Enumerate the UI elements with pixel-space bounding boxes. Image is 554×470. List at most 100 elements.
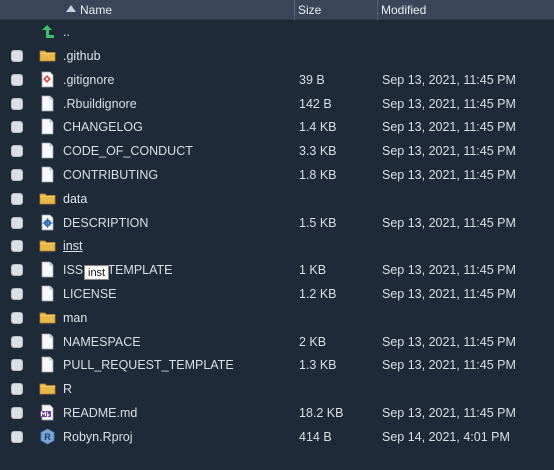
select-checkbox[interactable] — [11, 73, 23, 86]
file-name-link[interactable]: inst — [63, 234, 82, 258]
name-column-header[interactable]: Name — [80, 0, 112, 20]
folder-icon — [39, 380, 56, 397]
file-size: 39 B — [299, 72, 325, 87]
parent-directory-link[interactable]: .. — [63, 20, 70, 44]
select-checkbox[interactable] — [11, 335, 23, 348]
folder-row[interactable]: man — [0, 306, 554, 330]
file-icon — [39, 118, 56, 135]
file-row[interactable]: DESCRIPTION 1.5 KB Sep 13, 2021, 11:45 PM — [0, 211, 554, 235]
file-row[interactable]: CHANGELOG 1.4 KB Sep 13, 2021, 11:45 PM — [0, 115, 554, 139]
file-size: 1.5 KB — [299, 215, 337, 230]
file-row[interactable]: PULL_REQUEST_TEMPLATE 1.3 KB Sep 13, 2021,… — [0, 353, 554, 377]
folder-icon — [39, 47, 56, 64]
file-row[interactable]: CONTRIBUTING 1.8 KB Sep 13, 2021, 11:45 PM — [0, 163, 554, 187]
file-modified: Sep 13, 2021, 11:45 PM — [382, 358, 516, 373]
file-modified: Sep 13, 2021, 11:45 PM — [382, 120, 516, 135]
column-divider[interactable] — [294, 0, 295, 20]
select-checkbox[interactable] — [11, 216, 23, 229]
select-checkbox[interactable] — [11, 430, 23, 443]
file-name-link[interactable]: ISSUE_TEMPLATE — [63, 258, 173, 282]
file-icon — [39, 333, 56, 350]
sort-ascending-icon[interactable] — [66, 5, 76, 12]
file-row[interactable]: .gitignore 39 B Sep 13, 2021, 11:45 PM — [0, 68, 554, 92]
file-size: 142 B — [299, 96, 332, 111]
file-name-link[interactable]: .github — [63, 44, 101, 68]
file-modified: Sep 13, 2021, 11:45 PM — [382, 287, 516, 301]
select-checkbox[interactable] — [11, 145, 23, 158]
file-icon — [39, 95, 56, 112]
svg-text:R: R — [44, 432, 51, 442]
file-icon — [39, 166, 56, 183]
folder-row[interactable]: inst — [0, 234, 554, 258]
size-column-header[interactable]: Size — [298, 0, 321, 20]
file-size: 2 KB — [299, 334, 327, 349]
file-row[interactable]: R Robyn.Rproj 414 B Sep 14, 2021, 4:01 PM — [0, 425, 554, 449]
file-row[interactable]: NAMESPACE 2 KB Sep 13, 2021, 11:45 PM — [0, 330, 554, 354]
file-size: 414 B — [299, 429, 332, 444]
select-checkbox[interactable] — [11, 50, 23, 62]
file-size: 1.3 KB — [299, 358, 337, 373]
select-checkbox[interactable] — [11, 407, 23, 419]
select-checkbox[interactable] — [11, 192, 23, 205]
select-checkbox[interactable] — [11, 359, 23, 372]
file-name-link[interactable]: man — [63, 306, 87, 330]
tooltip: inst — [84, 265, 110, 280]
select-checkbox[interactable] — [11, 264, 23, 277]
file-size: 3.3 KB — [299, 144, 337, 159]
file-modified: Sep 13, 2021, 11:45 PM — [382, 144, 516, 159]
select-checkbox[interactable] — [11, 169, 23, 181]
file-row[interactable]: README.md 18.2 KB Sep 13, 2021, 11:45 PM — [0, 401, 554, 425]
file-name-link[interactable]: data — [63, 187, 87, 211]
file-modified: Sep 13, 2021, 11:45 PM — [382, 334, 516, 349]
file-name-link[interactable]: CODE_OF_CONDUCT — [63, 139, 193, 163]
folder-icon — [39, 190, 56, 207]
file-name-link[interactable]: Robyn.Rproj — [63, 425, 132, 449]
files-pane: Name Size Modified .. .github .gitignore 3… — [0, 0, 554, 470]
column-divider[interactable] — [377, 0, 378, 20]
file-name-link[interactable]: R — [63, 377, 72, 401]
file-size: 1 KB — [299, 263, 327, 278]
file-name-link[interactable]: DESCRIPTION — [63, 211, 148, 235]
file-modified: Sep 13, 2021, 11:45 PM — [382, 215, 516, 230]
file-row[interactable]: LICENSE 1.2 KB Sep 13, 2021, 11:45 PM — [0, 282, 554, 306]
file-name-link[interactable]: CONTRIBUTING — [63, 163, 158, 187]
select-checkbox[interactable] — [11, 288, 23, 300]
select-checkbox[interactable] — [11, 311, 23, 324]
file-size: 1.2 KB — [299, 287, 337, 301]
file-icon — [39, 261, 56, 278]
select-checkbox[interactable] — [11, 383, 23, 396]
file-icon — [39, 285, 56, 302]
file-name-link[interactable]: .Rbuildignore — [63, 92, 137, 116]
file-name-link[interactable]: LICENSE — [63, 282, 117, 306]
parent-directory-row[interactable]: .. — [0, 20, 554, 44]
up-arrow-icon[interactable] — [39, 23, 56, 40]
column-header: Name Size Modified — [0, 0, 554, 20]
select-checkbox[interactable] — [11, 240, 23, 253]
folder-row[interactable]: data — [0, 187, 554, 211]
file-name-link[interactable]: .gitignore — [63, 68, 114, 92]
file-modified: Sep 13, 2021, 11:45 PM — [382, 72, 516, 87]
description-file-icon — [39, 214, 56, 231]
markdown-file-icon — [39, 404, 56, 421]
file-modified: Sep 13, 2021, 11:45 PM — [382, 406, 516, 420]
file-name-link[interactable]: NAMESPACE — [63, 330, 141, 354]
file-modified: Sep 13, 2021, 11:45 PM — [382, 96, 516, 111]
file-size: 18.2 KB — [299, 406, 344, 420]
file-name-link[interactable]: CHANGELOG — [63, 115, 143, 139]
file-modified: Sep 13, 2021, 11:45 PM — [382, 263, 516, 278]
file-name-link[interactable]: README.md — [63, 401, 137, 425]
file-row[interactable]: CODE_OF_CONDUCT 3.3 KB Sep 13, 2021, 11:45… — [0, 139, 554, 163]
folder-icon — [39, 309, 56, 326]
select-checkbox[interactable] — [11, 97, 23, 110]
file-row[interactable]: .Rbuildignore 142 B Sep 13, 2021, 11:45 PM — [0, 92, 554, 116]
modified-column-header[interactable]: Modified — [381, 0, 426, 20]
file-name-link[interactable]: PULL_REQUEST_TEMPLATE — [63, 353, 234, 377]
file-icon — [39, 142, 56, 159]
rproj-file-icon: R — [39, 428, 56, 445]
file-icon — [39, 356, 56, 373]
folder-row[interactable]: .github — [0, 44, 554, 68]
file-modified: Sep 13, 2021, 11:45 PM — [382, 168, 516, 182]
select-checkbox[interactable] — [11, 121, 23, 134]
file-modified: Sep 14, 2021, 4:01 PM — [382, 429, 510, 444]
folder-row[interactable]: R — [0, 377, 554, 401]
